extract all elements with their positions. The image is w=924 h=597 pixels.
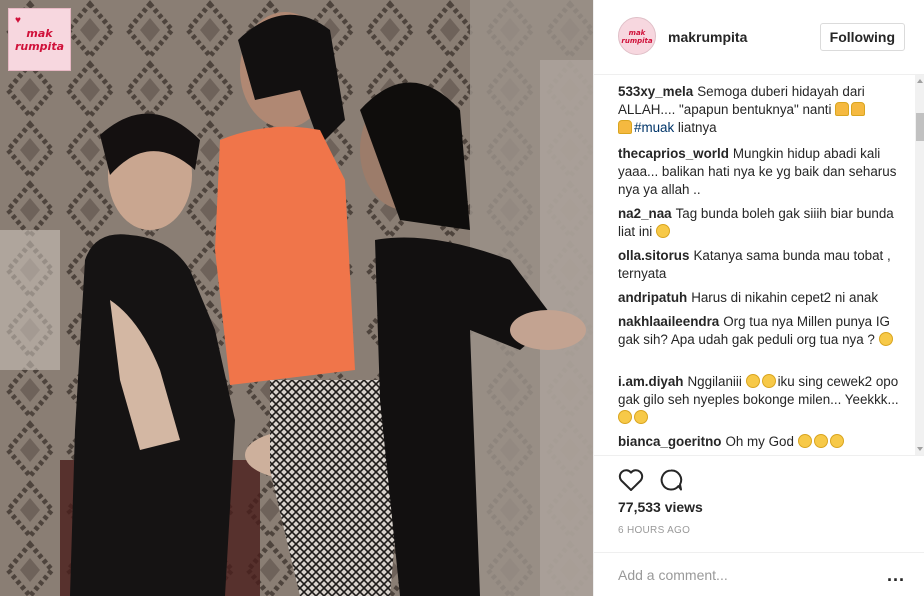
post-video[interactable]: ♥ mak rumpita <box>0 0 593 596</box>
unamused-face-emoji-icon <box>745 374 760 388</box>
comment-username[interactable]: andripatuh <box>618 290 687 305</box>
unamused-face-emoji-icon <box>634 410 648 424</box>
scrollbar-thumb[interactable] <box>916 113 924 141</box>
watermark-logo: ♥ mak rumpita <box>8 8 71 71</box>
add-comment-input[interactable] <box>618 565 858 585</box>
video-frame-image <box>0 0 593 596</box>
heart-icon[interactable] <box>618 468 644 492</box>
post-header: mak rumpita makrumpita Following <box>594 0 924 75</box>
comment-username[interactable]: na2_naa <box>618 206 672 221</box>
post-timestamp[interactable]: 6 HOURS AGO <box>618 525 690 536</box>
comment-item: na2_naa Tag bunda boleh gak siiih biar bu… <box>618 206 894 239</box>
comment-item: andripatuh Harus di nikahin cepet2 ni ana… <box>618 290 879 305</box>
comment-bubble-icon[interactable] <box>658 468 684 492</box>
username-link[interactable]: makrumpita <box>668 29 747 45</box>
unamused-face-emoji-icon <box>618 410 632 424</box>
comment-item: nakhlaaileendra Org tua nya Millen punya … <box>618 313 900 349</box>
comment-item: i.am.diyah Nggilaniii iku sing cewek2 opo… <box>618 373 900 427</box>
post-actions: 77,533 views 6 HOURS AGO ... <box>594 455 924 596</box>
views-count: 77,533 views <box>618 499 703 515</box>
scroll-up-arrow-icon[interactable] <box>917 79 923 83</box>
praying-hands-emoji-icon <box>618 120 632 134</box>
comments-list: 533xy_mela Semoga duberi hidayah dari ALL… <box>594 75 924 455</box>
praying-hands-emoji-icon <box>835 102 850 116</box>
grimacing-face-emoji-icon <box>878 332 893 346</box>
hashtag-link[interactable]: #muak <box>634 120 674 135</box>
scroll-down-arrow-icon[interactable] <box>917 447 923 451</box>
surprised-face-emoji-icon <box>797 434 812 448</box>
comment-item: olla.sitorus Katanya sama bunda mau tobat… <box>618 248 891 281</box>
praying-hands-emoji-icon <box>851 102 866 116</box>
comment-username[interactable]: thecaprios_world <box>618 146 729 161</box>
comment-username[interactable]: bianca_goeritno <box>618 434 721 449</box>
comment-item: 533xy_mela Semoga duberi hidayah dari ALL… <box>618 84 866 135</box>
post-side-panel: mak rumpita makrumpita Following 533xy_m… <box>593 0 924 596</box>
clipped-comment-row <box>618 75 622 82</box>
avatar[interactable]: mak rumpita <box>618 17 656 55</box>
following-button[interactable]: Following <box>819 23 905 51</box>
heart-decoration-icon: ♥ <box>15 15 21 26</box>
comment-username[interactable]: olla.sitorus <box>618 248 689 263</box>
comment-username[interactable]: i.am.diyah <box>618 374 684 389</box>
more-options-icon[interactable]: ... <box>887 566 905 584</box>
comments-scrollbar[interactable] <box>915 75 924 455</box>
unamused-face-emoji-icon <box>761 374 776 388</box>
sad-face-emoji-icon <box>655 224 670 238</box>
surprised-face-emoji-icon <box>813 434 828 448</box>
comment-composer: ... <box>594 552 924 597</box>
comment-item: bianca_goeritno Oh my God <box>618 433 900 451</box>
comment-item: thecaprios_world Mungkin hidup abadi kali… <box>618 146 897 197</box>
comment-username[interactable]: 533xy_mela <box>618 84 693 99</box>
surprised-face-emoji-icon <box>829 434 844 448</box>
comment-username[interactable]: nakhlaaileendra <box>618 314 719 329</box>
